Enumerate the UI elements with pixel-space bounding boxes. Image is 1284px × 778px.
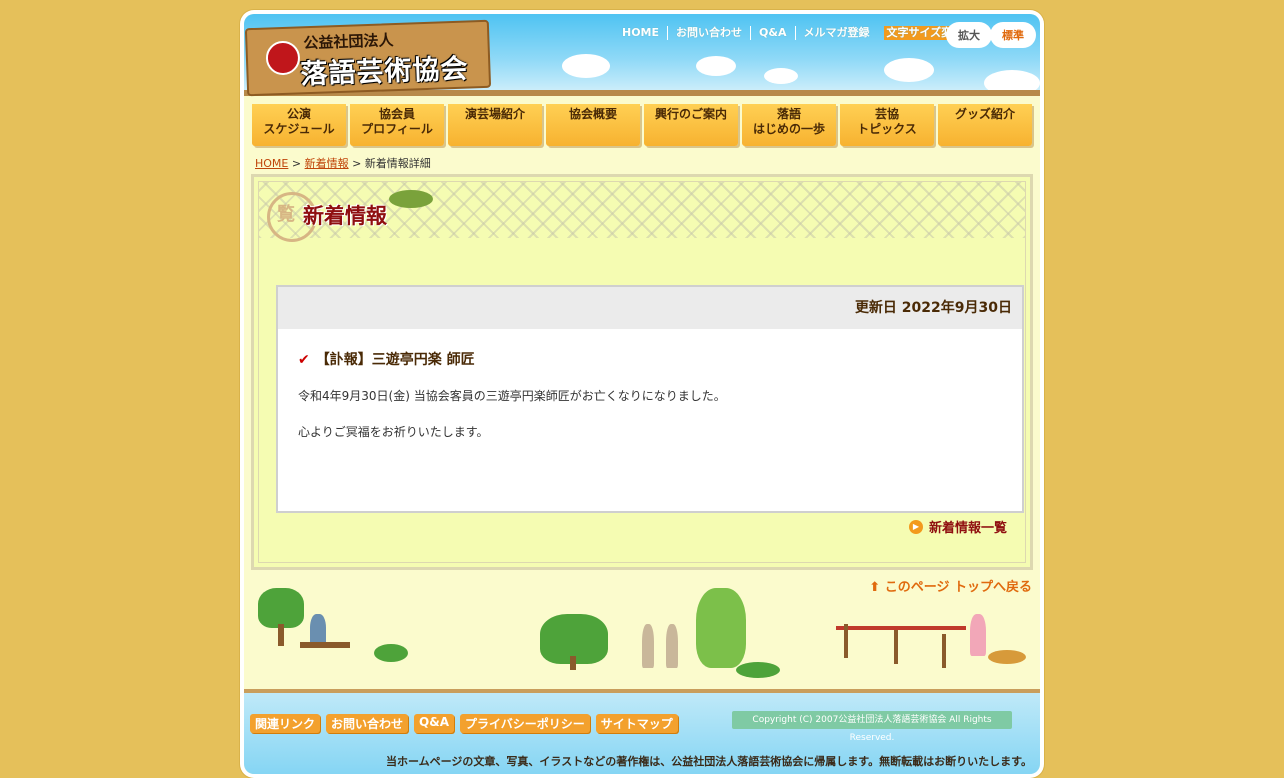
content-panel: 覧 新着情報 更新日 2022年9月30日 ✔ 【訃報】三遊亭円楽 師匠 令和4年… [251,174,1033,570]
top-link-home[interactable]: HOME [614,26,667,40]
breadcrumb-news-link[interactable]: 新着情報 [305,157,349,170]
footer-link-qa[interactable]: Q&A [414,714,454,733]
cloud-decoration [562,54,610,78]
footer-scenery [244,588,1040,774]
breadcrumb: HOME > 新着情報 > 新着情報詳細 [255,155,431,171]
nav-about[interactable]: 協会概要 [546,104,640,146]
page-frame: 公益社団法人 落語芸術協会 HOME お問い合わせ Q&A メルマガ登録 文字サ… [240,10,1044,778]
up-arrow-icon: ⬆ [869,580,881,595]
nav-topics[interactable]: 芸協 トピックス [840,104,934,146]
nav-rakugo-intro[interactable]: 落語 はじめの一歩 [742,104,836,146]
logo-title: 落語芸術協会 [300,53,469,91]
person-illustration [970,614,986,656]
footer-link-related[interactable]: 関連リンク [250,714,321,733]
person-illustration [666,624,678,668]
utility-nav: HOME お問い合わせ Q&A メルマガ登録 文字サイズ変更 [614,26,967,40]
article-body: 令和4年9月30日(金) 当協会客員の三遊亭円楽師匠がお亡くなりになりました。 … [298,387,726,459]
back-to-top-label: このページ トップへ戻る [884,580,1032,595]
section-title: 新着情報 [303,204,387,228]
article-title-text: 【訃報】三遊亭円楽 師匠 [315,352,475,368]
person-illustration [642,624,654,668]
breadcrumb-separator: > [348,157,365,170]
top-link-qa[interactable]: Q&A [750,26,794,40]
willow-tree-illustration [696,588,746,668]
logo-mark-icon [265,40,301,76]
content-inner: 覧 新着情報 更新日 2022年9月30日 ✔ 【訃報】三遊亭円楽 師匠 令和4年… [258,181,1026,563]
top-link-newsletter[interactable]: メルマガ登録 [794,26,878,40]
nav-theaters[interactable]: 演芸場紹介 [448,104,542,146]
bush-illustration [736,662,780,678]
article-updated-date: 更新日 2022年9月30日 [278,287,1022,329]
nav-profile[interactable]: 協会員 プロフィール [350,104,444,146]
back-to-top-link[interactable]: ⬆ このページ トップへ戻る [869,576,1032,595]
cloud-decoration [764,68,798,84]
nav-schedule[interactable]: 公演 スケジュール [252,104,346,146]
bench-illustration [300,642,350,648]
rope-line-illustration [836,626,966,630]
footer-nav: 関連リンク お問い合わせ Q&A プライバシーポリシー サイトマップ [250,714,678,733]
nav-performances[interactable]: 興行のご案内 [644,104,738,146]
check-icon: ✔ [298,352,310,368]
news-list-link-label: 新着情報一覧 [928,521,1007,536]
copyright-notice: 当ホームページの文章、写真、イラストなどの著作権は、公益社団法人落語芸術協会に帰… [385,755,1032,768]
footer-link-contact[interactable]: お問い合わせ [326,714,409,733]
breadcrumb-home-link[interactable]: HOME [255,157,288,170]
font-enlarge-button[interactable]: 拡大 [946,22,992,48]
tree-trunk [278,624,284,646]
article-title: ✔ 【訃報】三遊亭円楽 師匠 [298,349,475,369]
footer-link-sitemap[interactable]: サイトマップ [595,714,678,733]
font-standard-button[interactable]: 標準 [990,22,1036,48]
post-illustration [942,634,946,668]
basket-illustration [988,650,1026,664]
article-paragraph: 令和4年9月30日(金) 当協会客員の三遊亭円楽師匠がお亡くなりになりました。 [298,389,726,403]
news-list-link[interactable]: ▶ 新着情報一覧 [908,517,1007,536]
cloud-decoration [696,56,736,76]
section-badge-text: 覧 [277,204,295,225]
top-link-contact[interactable]: お問い合わせ [667,26,750,40]
site-logo[interactable]: 公益社団法人 落語芸術協会 [244,19,492,97]
cloud-decoration [884,58,934,82]
site-header: 公益社団法人 落語芸術協会 HOME お問い合わせ Q&A メルマガ登録 文字サ… [244,14,1040,97]
pine-branch-icon [389,190,433,208]
copyright-banner: Copyright (C) 2007公益社団法人落語芸術協会 All Right… [732,711,1012,743]
play-arrow-icon: ▶ [908,519,923,534]
breadcrumb-separator: > [288,157,305,170]
tree-illustration [258,588,304,628]
breadcrumb-current: 新着情報詳細 [364,157,431,170]
article-paragraph: 心よりご冥福をお祈りいたします。 [298,425,489,439]
footer-link-privacy[interactable]: プライバシーポリシー [459,714,590,733]
post-illustration [894,630,898,664]
news-article: 更新日 2022年9月30日 ✔ 【訃報】三遊亭円楽 師匠 令和4年9月30日(金… [276,285,1024,513]
tree-trunk [570,656,576,670]
post-illustration [844,624,848,658]
bush-illustration [374,644,408,662]
page-inner: 公益社団法人 落語芸術協会 HOME お問い合わせ Q&A メルマガ登録 文字サ… [244,14,1040,774]
nav-goods[interactable]: グッズ紹介 [938,104,1032,146]
main-nav: 公演 スケジュール 協会員 プロフィール 演芸場紹介 協会概要 興行のご案内 落… [252,104,1032,146]
